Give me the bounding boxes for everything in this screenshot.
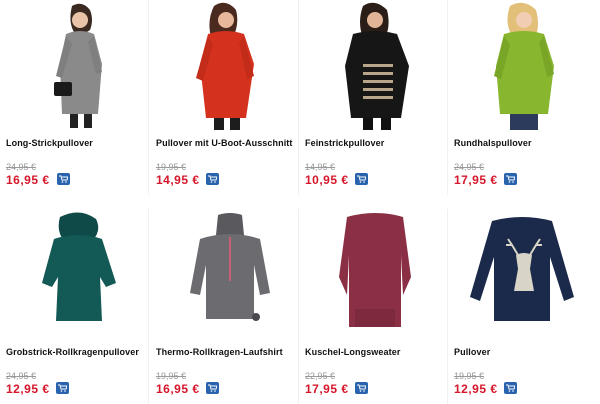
current-price: 12,95 € [454, 382, 498, 396]
cart-button[interactable] [206, 173, 219, 185]
current-price: 10,95 € [305, 173, 349, 187]
old-price: 24,95 € [6, 162, 37, 172]
product-card[interactable]: Thermo-Rollkragen-Laufshirt 19,95 € 16,9… [150, 209, 299, 404]
current-price: 14,95 € [156, 173, 200, 187]
product-name[interactable]: Pullover mit U-Boot-Ausschnitt [156, 138, 293, 148]
product-card[interactable]: Pullover 19,95 € 12,95 € [448, 209, 596, 404]
old-price: 19,95 € [454, 371, 485, 381]
cart-icon [59, 175, 68, 183]
product-name[interactable]: Long-Strickpullover [6, 138, 93, 148]
cart-button[interactable] [504, 173, 517, 185]
product-name[interactable]: Thermo-Rollkragen-Laufshirt [156, 347, 283, 357]
cart-button[interactable] [355, 382, 368, 394]
old-price: 19,95 € [156, 371, 187, 381]
old-price: 22,95 € [305, 371, 336, 381]
cart-button[interactable] [355, 173, 368, 185]
product-card[interactable]: Long-Strickpullover 24,95 € 16,95 € [0, 0, 149, 195]
cart-icon [357, 175, 366, 183]
current-price: 12,95 € [6, 382, 50, 396]
product-image[interactable] [448, 209, 596, 339]
product-card[interactable]: Pullover mit U-Boot-Ausschnitt 19,95 € 1… [150, 0, 299, 195]
product-name[interactable]: Pullover [454, 347, 490, 357]
cart-icon [58, 384, 67, 392]
cart-icon [506, 384, 515, 392]
product-name[interactable]: Grobstrick-Rollkragenpullover [6, 347, 139, 357]
product-card[interactable]: Rundhalspullover 24,95 € 17,95 € [448, 0, 596, 195]
cart-button[interactable] [57, 173, 70, 185]
product-name[interactable]: Rundhalspullover [454, 138, 532, 148]
current-price: 17,95 € [305, 382, 349, 396]
product-name[interactable]: Kuschel-Longsweater [305, 347, 400, 357]
product-grid: Long-Strickpullover 24,95 € 16,95 € Pull… [0, 0, 600, 404]
cart-button[interactable] [206, 382, 219, 394]
product-card[interactable]: Feinstrickpullover 14,95 € 10,95 € [299, 0, 448, 195]
old-price: 14,95 € [305, 162, 336, 172]
cart-icon [208, 175, 217, 183]
product-card[interactable]: Grobstrick-Rollkragenpullover 24,95 € 12… [0, 209, 149, 404]
cart-button[interactable] [504, 382, 517, 394]
product-image[interactable] [448, 0, 596, 130]
product-card[interactable]: Kuschel-Longsweater 22,95 € 17,95 € [299, 209, 448, 404]
product-image[interactable] [150, 209, 298, 339]
current-price: 16,95 € [6, 173, 50, 187]
current-price: 17,95 € [454, 173, 498, 187]
cart-icon [357, 384, 366, 392]
product-image[interactable] [299, 209, 447, 339]
product-image[interactable] [0, 209, 148, 339]
old-price: 24,95 € [6, 371, 37, 381]
cart-button[interactable] [56, 382, 69, 394]
product-image[interactable] [0, 0, 148, 130]
product-image[interactable] [299, 0, 447, 130]
cart-icon [208, 384, 217, 392]
old-price: 24,95 € [454, 162, 485, 172]
cart-icon [506, 175, 515, 183]
product-name[interactable]: Feinstrickpullover [305, 138, 384, 148]
product-image[interactable] [150, 0, 298, 130]
old-price: 19,95 € [156, 162, 187, 172]
current-price: 16,95 € [156, 382, 200, 396]
